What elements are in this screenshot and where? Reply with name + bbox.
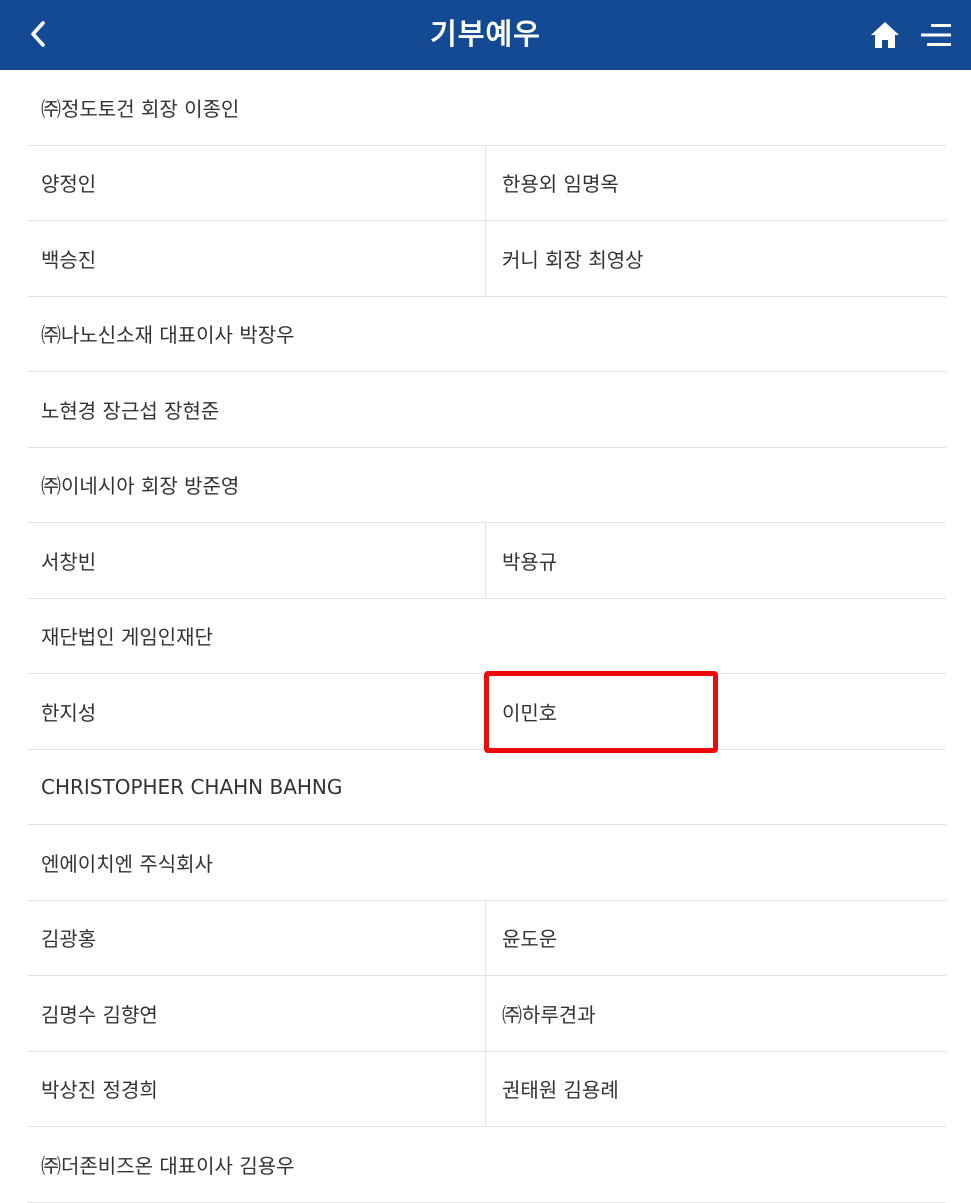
donor-row: 노현경 장근섭 장현준 <box>27 372 946 448</box>
donor-row: 엔에이치엔 주식회사 <box>27 825 946 901</box>
donor-row: ㈜나노신소재 대표이사 박장우 <box>27 297 946 372</box>
donor-name: 양정인 <box>27 145 486 220</box>
donor-row: 한지성 이민호 <box>27 674 946 750</box>
donor-row: ㈜더존비즈온 대표이사 김용우 <box>27 1127 946 1203</box>
donor-name: 엔에이치엔 주식회사 <box>41 851 213 876</box>
donor-name: 커니 회장 최영상 <box>502 247 644 272</box>
hamburger-menu-icon <box>921 24 951 46</box>
donor-name: ㈜더존비즈온 대표이사 김용우 <box>41 1153 295 1178</box>
donor-row: 양정인 한용외 임명옥 <box>27 145 946 221</box>
donor-list: ㈜정도토건 회장 이종인양정인 한용외 임명옥백승진 커니 회장 최영상 ㈜나노신소재… <box>27 70 946 1203</box>
donor-name: ㈜나노신소재 대표이사 박장우 <box>41 323 295 348</box>
donor-row: 백승진 커니 회장 최영상 <box>27 221 946 297</box>
donor-row: 서창빈 박용규 <box>27 523 946 599</box>
donor-name: 백승진 <box>27 221 486 296</box>
page-title: 기부예우 <box>430 17 541 51</box>
donor-name: 한용외 임명옥 <box>502 172 619 197</box>
menu-button[interactable] <box>916 17 956 53</box>
donor-name: 서창빈 <box>27 523 486 598</box>
donor-row: 김광홍 윤도운 <box>27 900 946 976</box>
donor-name: 박용규 <box>502 549 558 574</box>
donor-row: 박상진 정경희 권태원 김용례 <box>27 1051 946 1127</box>
donor-name: CHRISTOPHER CHAHN BAHNG <box>41 774 343 799</box>
donor-row: ㈜이네시아 회장 방준영 <box>27 448 946 523</box>
donor-name: 권태원 김용례 <box>502 1078 619 1103</box>
top-app-bar: 기부예우 <box>0 0 971 70</box>
home-icon <box>871 22 899 48</box>
donor-name: 김명수 김향연 <box>27 976 486 1051</box>
donor-row: CHRISTOPHER CHAHN BAHNG <box>27 750 946 825</box>
donor-name: 이민호 <box>502 700 558 725</box>
back-button[interactable] <box>18 12 58 56</box>
donor-name: ㈜정도토건 회장 이종인 <box>41 96 240 121</box>
donor-name: 노현경 장근섭 장현준 <box>41 398 220 423</box>
chevron-left-icon <box>31 21 45 47</box>
donor-name: ㈜하루견과 <box>502 1002 596 1027</box>
donor-name: ㈜이네시아 회장 방준영 <box>41 474 240 499</box>
donor-name: 김광홍 <box>27 900 486 975</box>
donor-row: ㈜정도토건 회장 이종인 <box>27 70 946 146</box>
donor-name: 박상진 정경희 <box>27 1051 486 1126</box>
donor-row: 재단법인 게임인재단 <box>27 599 946 674</box>
donor-name: 윤도운 <box>502 927 558 952</box>
donor-name: 재단법인 게임인재단 <box>41 625 213 650</box>
home-button[interactable] <box>866 17 904 53</box>
donor-row: 김명수 김향연 ㈜하루견과 <box>27 976 946 1052</box>
donor-name: 한지성 <box>27 674 486 749</box>
